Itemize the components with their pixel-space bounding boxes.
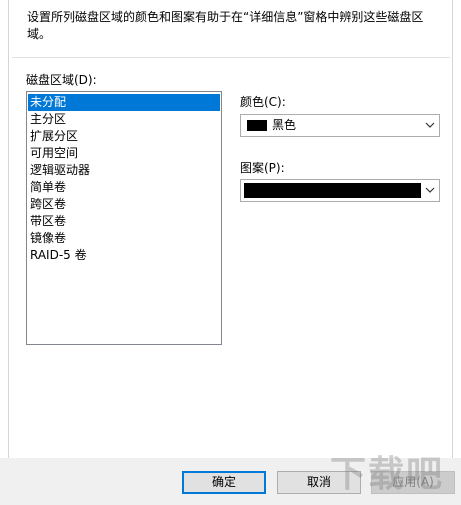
list-item-primary-partition[interactable]: 主分区 (28, 111, 220, 128)
list-item-spanned-volume[interactable]: 跨区卷 (28, 196, 220, 213)
color-swatch (247, 120, 267, 131)
panel-border-right (452, 0, 453, 458)
pattern-label: 图案(P): (240, 161, 285, 175)
separator (12, 57, 450, 58)
list-item-unallocated[interactable]: 未分配 (28, 94, 220, 111)
dialog-panel: 设置所列磁盘区域的颜色和图案有助于在“详细信息”窗格中辨别这些磁盘区域。 磁盘区… (0, 0, 461, 458)
color-label: 颜色(C): (240, 95, 286, 109)
disk-region-label: 磁盘区域(D): (26, 73, 97, 87)
pattern-dropdown[interactable] (240, 179, 440, 202)
pattern-swatch (244, 183, 421, 198)
color-dropdown[interactable]: 黑色 (240, 114, 440, 137)
list-item-extended-partition[interactable]: 扩展分区 (28, 128, 220, 145)
list-item-simple-volume[interactable]: 简单卷 (28, 179, 220, 196)
chevron-down-icon (425, 122, 435, 128)
list-item-raid5-volume[interactable]: RAID-5 卷 (28, 247, 220, 264)
chevron-down-icon (425, 187, 435, 193)
ok-button[interactable]: 确定 (182, 471, 266, 494)
list-item-striped-volume[interactable]: 带区卷 (28, 213, 220, 230)
panel-border-left (8, 0, 9, 458)
color-value: 黑色 (272, 118, 297, 132)
description-text: 设置所列磁盘区域的颜色和图案有助于在“详细信息”窗格中辨别这些磁盘区域。 (27, 10, 424, 41)
list-item-free-space[interactable]: 可用空间 (28, 145, 220, 162)
watermark: 下载吧 (330, 454, 445, 495)
list-item-mirrored-volume[interactable]: 镜像卷 (28, 230, 220, 247)
disk-region-list[interactable]: 未分配 主分区 扩展分区 可用空间 逻辑驱动器 简单卷 跨区卷 带区卷 镜像卷 … (26, 91, 222, 345)
list-item-logical-drive[interactable]: 逻辑驱动器 (28, 162, 220, 179)
